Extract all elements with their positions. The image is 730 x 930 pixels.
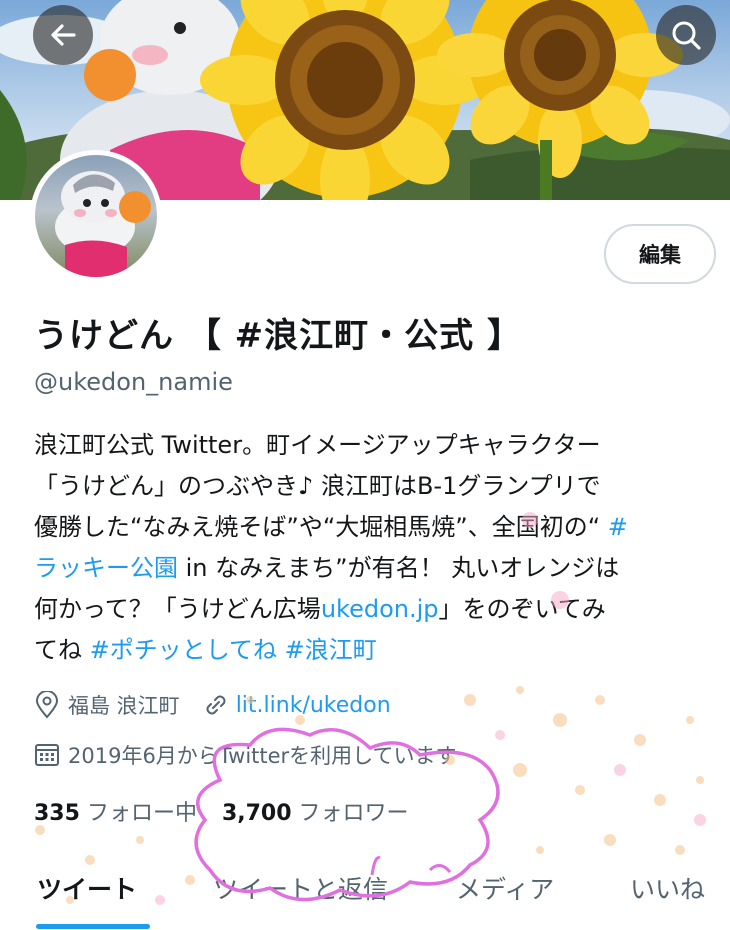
back-button[interactable] [33,5,93,65]
website-link[interactable]: lit.link/ukedon [236,693,391,718]
calendar-icon [35,744,59,766]
display-name: うけどん 【 #浪江町・公式 】 [34,316,522,356]
tab-media[interactable]: メディア [456,870,554,906]
profile-meta-row: 福島 浪江町 lit.link/ukedon [34,690,391,720]
bio-link[interactable]: ラッキー公園 [34,554,178,582]
following-link[interactable]: 335 フォロー中 [34,801,204,826]
profile-avatar[interactable] [30,150,162,282]
search-button[interactable] [656,5,716,65]
bio-line: てね #ポチッとしてね #浪江町 [34,630,724,671]
bio-link[interactable]: ukedon.jp [321,595,439,623]
bio-text: てね [34,636,90,664]
bio-text: 何かって？「うけどん広場 [34,595,321,623]
location-pin-icon [35,691,59,719]
arrow-left-icon [51,24,76,46]
followers-label: フォロワー [298,801,409,826]
bio-text: in なみえまち”が有名！ 丸いオレンジは [178,554,620,582]
following-count: 335 [34,801,80,826]
location-text: 福島 浪江町 [68,694,180,718]
bio-line: 何かって？「うけどん広場ukedon.jp」をのぞいてみ [34,589,724,630]
tab-tweets-replies[interactable]: ツイートと返信 [213,870,388,906]
tab-tweets[interactable]: ツイート [37,870,137,906]
profile-bio: 浪江町公式 Twitter。町イメージアップキャラクター 「うけどん」のつぶやき♪… [34,425,724,671]
following-label: フォロー中 [86,801,197,826]
tab-likes[interactable]: いいね [630,870,705,906]
edit-profile-button[interactable]: 編集 [604,224,716,284]
link-icon [206,695,226,715]
followers-link[interactable]: 3,700 フォロワー [222,801,409,826]
bio-text: 「うけどん」のつぶやき♪ 浪江町はB-1グランプリで [34,472,601,500]
follow-counts: 335 フォロー中 3,700 フォロワー [34,795,409,827]
profile-tabs: ツイート ツイートと返信 メディア いいね [0,858,730,930]
bio-line: 浪江町公式 Twitter。町イメージアップキャラクター [34,425,724,466]
search-icon [672,21,701,50]
bio-text: 」をのぞいてみ [438,595,606,623]
joined-text: 2019年6月からTwitterを利用しています [68,744,457,768]
active-tab-indicator [36,924,150,929]
bio-link[interactable]: #ポチッとしてね [90,636,277,664]
bio-link[interactable]: #浪江町 [285,636,377,664]
bio-text [277,636,285,664]
bio-text: 優勝した“なみえ焼そば”や“大堀相馬焼”、全国初の“ [34,513,608,541]
followers-count: 3,700 [221,801,292,826]
bio-line: ラッキー公園 in なみえまち”が有名！ 丸いオレンジは [34,548,724,589]
bio-text: 浪江町公式 Twitter。町イメージアップキャラクター [34,431,601,459]
joined-row: 2019年6月からTwitterを利用しています [34,740,457,770]
bio-line: 優勝した“なみえ焼そば”や“大堀相馬焼”、全国初の“ # [34,507,724,548]
user-handle: @ukedon_namie [34,368,233,396]
bio-line: 「うけどん」のつぶやき♪ 浪江町はB-1グランプリで [34,466,724,507]
avatar-image [35,155,157,277]
bio-link[interactable]: # [608,513,628,541]
